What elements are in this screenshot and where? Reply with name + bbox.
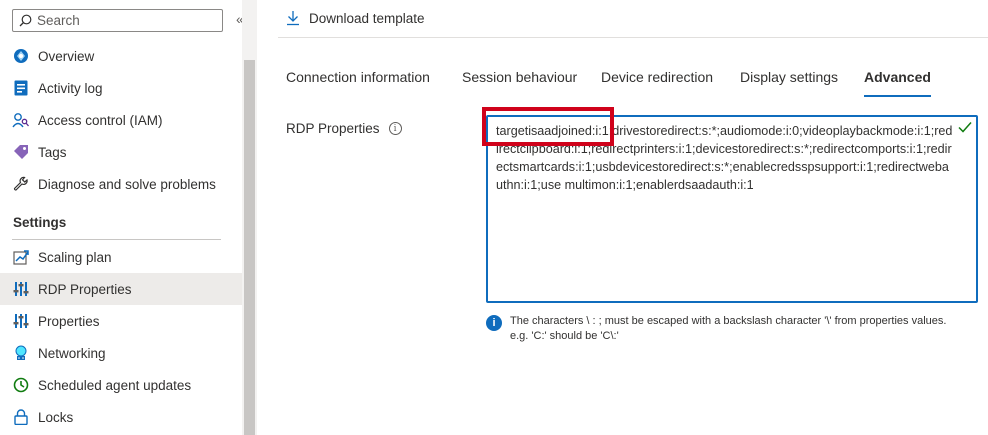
sidebar: Search « Overview Activity log Access co… [0, 0, 244, 435]
rdp-properties-label-group: RDP Properties i [286, 121, 402, 136]
tab-connection-information[interactable]: Connection information [286, 69, 430, 97]
sidebar-item-label: Overview [38, 48, 95, 64]
sidebar-item-scheduled-agent-updates[interactable]: Scheduled agent updates [0, 369, 242, 401]
wrench-icon [12, 176, 29, 193]
scheduled-updates-icon [12, 377, 29, 394]
download-template-button[interactable]: Download template [286, 10, 425, 26]
activity-log-icon [12, 80, 29, 97]
overview-icon [12, 48, 29, 65]
escape-info-text: The characters \ : ; must be escaped wit… [510, 315, 947, 342]
sidebar-item-label: Locks [38, 409, 74, 425]
rdp-properties-icon [12, 281, 29, 298]
sidebar-item-networking[interactable]: Networking [0, 337, 242, 369]
sidebar-item-locks[interactable]: Locks [0, 401, 242, 433]
sidebar-item-label: Scaling plan [38, 249, 112, 265]
escape-info-note: i The characters \ : ; must be escaped w… [486, 314, 960, 344]
scaling-plan-icon [12, 249, 29, 266]
sidebar-item-overview[interactable]: Overview [0, 40, 242, 72]
sidebar-item-label: Access control (IAM) [38, 112, 163, 128]
sidebar-item-tags[interactable]: Tags [0, 136, 242, 168]
settings-divider [12, 239, 221, 240]
toolbar-divider [278, 37, 988, 38]
info-icon[interactable]: i [388, 122, 402, 135]
sidebar-item-label: Properties [38, 313, 100, 329]
sidebar-item-scaling-plan[interactable]: Scaling plan [0, 241, 242, 273]
download-icon [287, 11, 299, 26]
tab-advanced[interactable]: Advanced [864, 69, 931, 97]
sidebar-item-label: Networking [38, 345, 106, 361]
sidebar-item-properties[interactable]: Properties [0, 305, 242, 337]
sidebar-item-label: Scheduled agent updates [38, 377, 192, 393]
search-placeholder: Search [37, 13, 80, 28]
info-icon: i [486, 315, 502, 331]
tab-device-redirection[interactable]: Device redirection [601, 69, 713, 97]
sidebar-item-label: Activity log [38, 80, 103, 96]
search-icon [19, 14, 32, 27]
tag-icon [12, 144, 29, 161]
settings-section-title: Settings [13, 215, 67, 230]
lock-icon [12, 409, 29, 426]
checkmark-icon [958, 122, 972, 133]
rdp-properties-label: RDP Properties [286, 121, 380, 136]
sidebar-item-label: Diagnose and solve problems [38, 176, 216, 192]
annotation-highlight-box [482, 107, 614, 146]
sidebar-item-diagnose[interactable]: Diagnose and solve problems [0, 168, 242, 200]
access-control-icon [12, 112, 29, 129]
download-template-label: Download template [309, 10, 425, 26]
tab-display-settings[interactable]: Display settings [740, 69, 838, 97]
sidebar-item-rdp-properties[interactable]: RDP Properties [0, 273, 242, 305]
sidebar-scrollbar-thumb[interactable] [244, 60, 255, 435]
sidebar-item-label: Tags [38, 144, 67, 160]
sidebar-item-activity-log[interactable]: Activity log [0, 72, 242, 104]
tab-session-behaviour[interactable]: Session behaviour [462, 69, 577, 97]
sidebar-item-access-control[interactable]: Access control (IAM) [0, 104, 242, 136]
sidebar-item-label: RDP Properties [38, 281, 132, 297]
networking-icon [12, 345, 29, 362]
properties-icon [12, 313, 29, 330]
search-input[interactable]: Search [12, 9, 223, 32]
